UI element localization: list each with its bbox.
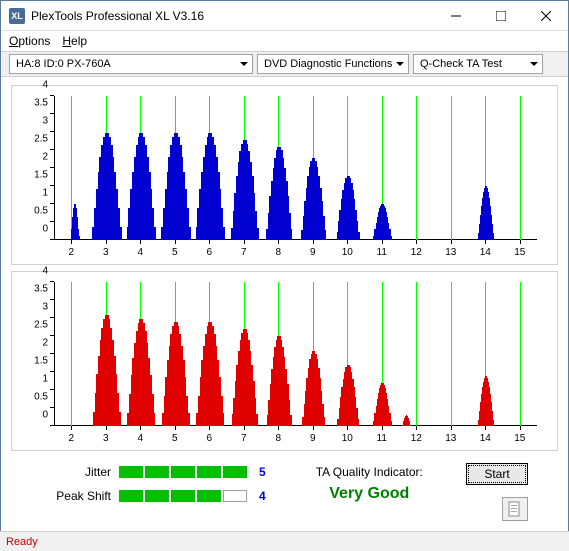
menu-help[interactable]: Help <box>62 34 87 48</box>
chart-top: 00.511.522.533.5423456789101112131415 <box>11 85 558 265</box>
start-button[interactable]: Start <box>466 463 528 485</box>
metrics-panel: Jitter 5 Peak Shift 4 <box>41 465 266 503</box>
indicator-box <box>197 466 221 478</box>
quality-label: TA Quality Indicator: <box>316 465 423 479</box>
quality-indicator: TA Quality Indicator: Very Good <box>316 465 423 503</box>
test-select[interactable]: Q-Check TA Test <box>413 54 543 74</box>
minimize-button[interactable] <box>433 1 478 30</box>
indicator-box <box>171 466 195 478</box>
indicator-box <box>223 466 247 478</box>
indicator-box <box>145 490 169 502</box>
function-select[interactable]: DVD Diagnostic Functions <box>257 54 409 74</box>
menu-options[interactable]: Options <box>9 34 50 48</box>
document-icon <box>508 501 522 517</box>
peakshift-label: Peak Shift <box>41 489 111 503</box>
jitter-metric: Jitter 5 <box>41 465 266 479</box>
peakshift-boxes <box>119 490 247 502</box>
indicator-box <box>197 490 221 502</box>
indicator-box <box>171 490 195 502</box>
jitter-label: Jitter <box>41 465 111 479</box>
bottom-panel: Jitter 5 Peak Shift 4 TA Quality Indicat… <box>11 457 558 503</box>
chart-bottom: 00.511.522.533.5423456789101112131415 <box>11 271 558 451</box>
menubar: Options Help <box>1 31 568 51</box>
drive-select[interactable]: HA:8 ID:0 PX-760A <box>9 54 253 74</box>
statusbar: Ready <box>0 531 569 551</box>
maximize-button[interactable] <box>478 1 523 30</box>
peakshift-metric: Peak Shift 4 <box>41 489 266 503</box>
jitter-value: 5 <box>259 465 266 479</box>
quality-value: Very Good <box>316 485 423 503</box>
indicator-box <box>145 466 169 478</box>
app-logo-icon: XL <box>9 8 25 24</box>
close-button[interactable] <box>523 1 568 30</box>
indicator-box <box>119 490 143 502</box>
window-controls <box>433 1 568 30</box>
content-area: 00.511.522.533.5423456789101112131415 00… <box>1 77 568 503</box>
export-button[interactable] <box>502 497 528 521</box>
indicator-box <box>119 466 143 478</box>
titlebar: XL PlexTools Professional XL V3.16 <box>1 1 568 31</box>
window-title: PlexTools Professional XL V3.16 <box>31 9 433 23</box>
peakshift-value: 4 <box>259 489 266 503</box>
jitter-boxes <box>119 466 247 478</box>
indicator-box <box>223 490 247 502</box>
toolbar: HA:8 ID:0 PX-760A DVD Diagnostic Functio… <box>1 51 568 77</box>
